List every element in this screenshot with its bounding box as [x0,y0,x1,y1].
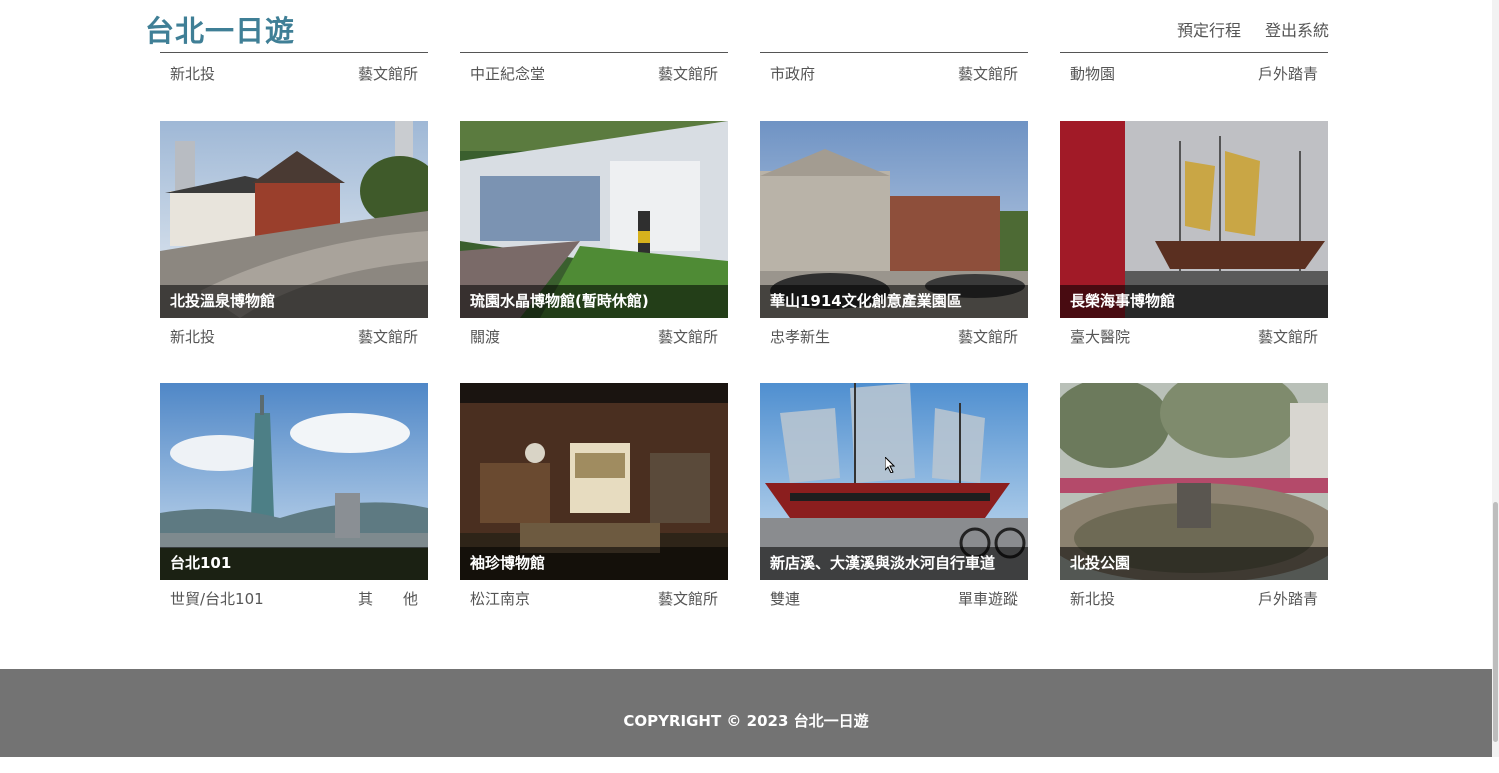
attraction-photo[interactable]: 北投公園 [1060,383,1328,580]
card-district: 動物園 [1070,65,1116,83]
page-scrollbar[interactable] [1492,0,1499,757]
card-district: 市政府 [770,65,816,83]
card-category: 藝文館所 [357,328,418,346]
card-district: 新北投 [170,65,216,83]
card-title: 北投溫泉博物館 [160,285,428,318]
card-category: 藝文館所 [357,65,418,83]
card-category: 藝文館所 [957,65,1018,83]
card-category: 藝文館所 [657,328,718,346]
attraction-photo[interactable]: 新店溪、大漢溪與淡水河自行車道 [760,383,1028,580]
card-district: 新北投 [170,328,216,346]
attraction-photo[interactable]: 琉園水晶博物館(暫時休館) [460,121,728,318]
card-title: 台北101 [160,547,428,580]
top-nav: 預定行程 登出系統 [1177,17,1329,41]
card-district: 世貿/台北101 [170,590,264,608]
attraction-photo[interactable]: 長榮海事博物館 [1060,121,1328,318]
attraction-card[interactable]: 長榮海事博物館 臺大醫院 藝文館所 [1060,121,1328,347]
attraction-photo[interactable]: 台北101 [160,383,428,580]
attraction-card[interactable]: 琉園水晶博物館(暫時休館) 關渡 藝文館所 [460,121,728,347]
card-district: 關渡 [470,328,501,346]
attraction-card[interactable]: 北投公園 新北投 戶外踏青 [1060,383,1328,609]
site-brand[interactable]: 台北一日遊 [145,8,295,50]
card-category: 其 他 [357,590,418,608]
card-category: 藝文館所 [657,590,718,608]
card-title: 北投公園 [1060,547,1328,580]
nav-logout[interactable]: 登出系統 [1265,17,1329,41]
nav-booking[interactable]: 預定行程 [1177,17,1241,41]
card-category: 藝文館所 [957,328,1018,346]
card-title: 袖珍博物館 [460,547,728,580]
site-header: 台北一日遊 預定行程 登出系統 [0,0,1492,52]
card-title: 華山1914文化創意產業園區 [760,285,1028,318]
attraction-photo[interactable]: 北投溫泉博物館 [160,121,428,318]
card-category: 藝文館所 [657,65,718,83]
attraction-card[interactable]: 中正紀念堂 藝文館所 [460,52,728,84]
attraction-card[interactable]: 華山1914文化創意產業園區 忠孝新生 藝文館所 [760,121,1028,347]
card-category: 單車遊蹤 [957,590,1018,608]
attraction-card[interactable]: 動物園 戶外踏青 [1060,52,1328,84]
card-district: 雙連 [770,590,801,608]
card-district: 中正紀念堂 [470,65,546,83]
attraction-card[interactable]: 袖珍博物館 松江南京 藝文館所 [460,383,728,609]
attraction-card[interactable]: 新北投 藝文館所 [160,52,428,84]
attraction-photo[interactable]: 華山1914文化創意產業園區 [760,121,1028,318]
attraction-card[interactable]: 新店溪、大漢溪與淡水河自行車道 雙連 單車遊蹤 [760,383,1028,609]
attraction-card[interactable]: 台北101 世貿/台北101 其 他 [160,383,428,609]
copyright-text: COPYRIGHT © 2023 台北一日遊 [623,712,869,730]
attraction-card[interactable]: 北投溫泉博物館 新北投 藝文館所 [160,121,428,347]
card-title: 琉園水晶博物館(暫時休館) [460,285,728,318]
scrollbar-thumb[interactable] [1493,502,1498,742]
card-district: 忠孝新生 [770,328,831,346]
card-title: 長榮海事博物館 [1060,285,1328,318]
card-category: 戶外踏青 [1257,590,1318,608]
site-footer: COPYRIGHT © 2023 台北一日遊 [0,669,1492,757]
card-district: 新北投 [1070,590,1116,608]
card-district: 松江南京 [470,590,531,608]
card-district: 臺大醫院 [1070,328,1131,346]
card-title: 新店溪、大漢溪與淡水河自行車道 [760,547,1028,580]
attraction-photo[interactable]: 袖珍博物館 [460,383,728,580]
mouse-cursor-icon [885,457,895,473]
card-category: 藝文館所 [1257,328,1318,346]
card-category: 戶外踏青 [1257,65,1318,83]
attraction-card[interactable]: 市政府 藝文館所 [760,52,1028,84]
